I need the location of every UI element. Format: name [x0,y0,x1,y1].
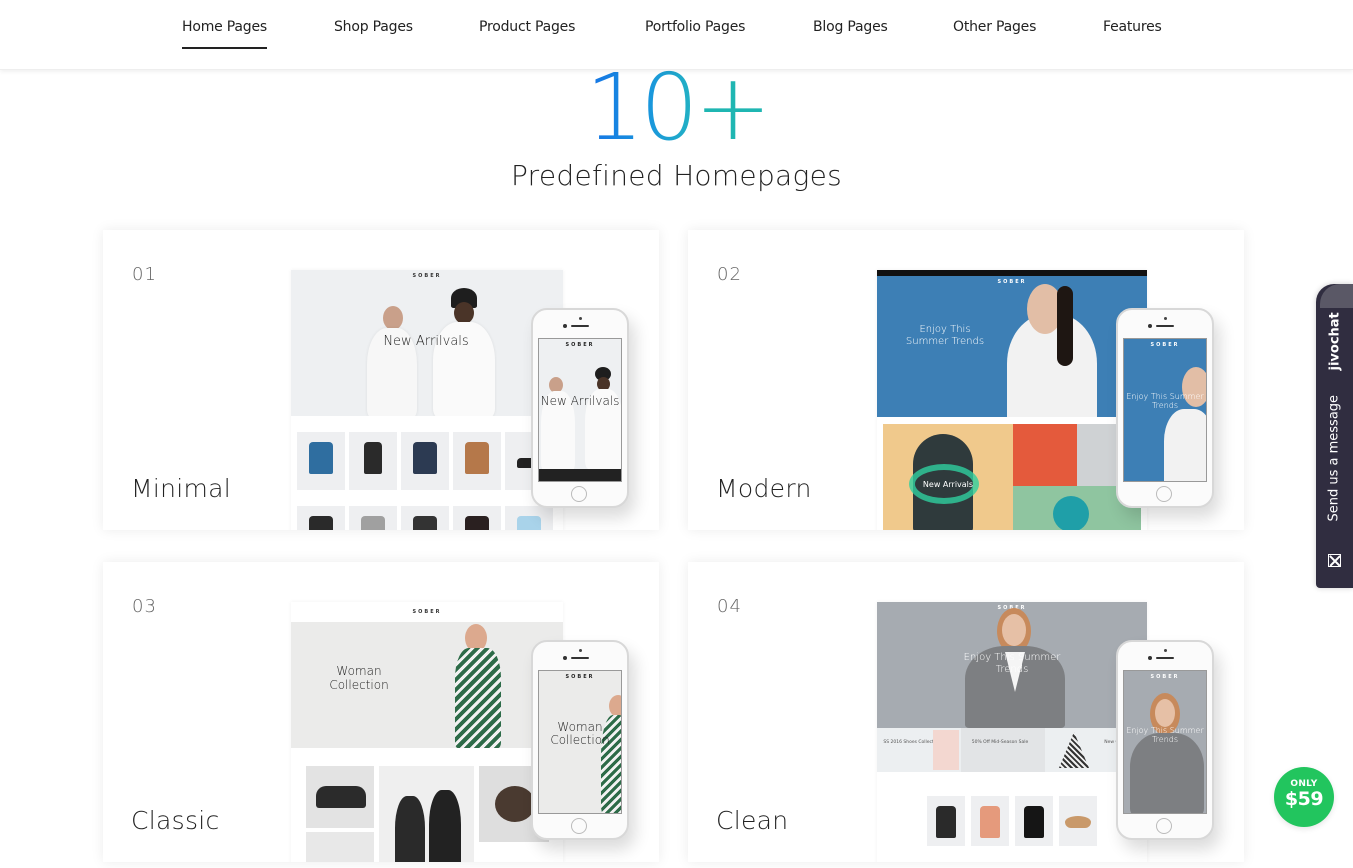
preview-brand: SOBER [412,609,442,615]
preview-brand: SOBER [997,279,1027,285]
phone-brand: SOBER [1150,674,1180,680]
preview-headline: Woman Collection [329,664,389,693]
card-number: 03 [132,596,157,617]
envelope-icon [1328,554,1341,567]
desktop-preview: SOBER Woman Collection [291,602,563,862]
phone-preview: SOBER Enjoy This Summer Trends [1116,308,1214,508]
phone-headline: Enjoy This Summer Trends [1126,726,1204,744]
card-name: Minimal [131,474,232,503]
section-title: Predefined Homepages [510,159,843,192]
price-badge[interactable]: ONLY $59 [1274,767,1334,827]
phone-preview: SOBER New Arrilvals [531,308,629,508]
chat-widget[interactable]: jivochat Send us a message [1316,284,1353,588]
send-message-label: Send us a message [1326,394,1342,522]
nav-blog-pages[interactable]: Blog Pages [813,18,888,36]
desktop-preview: SOBER Enjoy This Summer Trends SS 2016 S… [877,602,1147,862]
homepage-card-modern[interactable]: 02 Modern SOBER Enjoy This Summer Trends… [688,230,1244,530]
count-plus: + [694,54,771,161]
homepage-card-minimal[interactable]: 01 Minimal SOBER New Arrilvals SOBER New… [103,230,659,530]
price-badge-value: $59 [1284,788,1324,810]
desktop-preview: SOBER Enjoy This Summer Trends New Arriv… [877,270,1147,530]
phone-headline: New Arrilvals [540,394,620,408]
nav-portfolio-pages[interactable]: Portfolio Pages [645,18,745,36]
nav-product-pages[interactable]: Product Pages [479,18,575,36]
preview-brand: SOBER [412,273,442,279]
card-name: Classic [131,806,220,835]
homepage-card-clean[interactable]: 04 Clean SOBER Enjoy This Summer Trends … [688,562,1244,862]
card-number: 02 [717,264,742,285]
top-nav: Home Pages Shop Pages Product Pages Port… [0,0,1353,70]
homepage-card-classic[interactable]: 03 Classic SOBER Woman Collection SOBER … [103,562,659,862]
nav-other-pages[interactable]: Other Pages [953,18,1036,36]
chat-brand-label: jivochat [1327,312,1343,371]
phone-brand: SOBER [565,342,595,348]
homepage-count: 10+ [0,58,1353,158]
phone-brand: SOBER [1150,342,1180,348]
preview-hero: Woman Collection [291,622,563,748]
nav-shop-pages[interactable]: Shop Pages [334,18,413,36]
phone-preview: SOBER Woman Collection [531,640,629,840]
nav-features[interactable]: Features [1103,18,1162,36]
preview-headline: Enjoy This Summer Trends [963,652,1061,675]
tile-sale: 50% Off Mid-Season Sale [971,740,1029,745]
card-name: Clean [716,806,789,835]
card-number: 01 [132,264,157,285]
preview-hero: SOBER Enjoy This Summer Trends [877,602,1147,728]
tile-new-arrivals: New Arrivals [922,480,974,489]
card-number: 04 [717,596,742,617]
phone-brand: SOBER [565,674,595,680]
chat-widget-cap [1320,284,1353,308]
preview-hero: SOBER New Arrilvals [291,270,563,416]
nav-home-pages[interactable]: Home Pages [182,18,267,49]
preview-headline: Enjoy This Summer Trends [905,324,985,347]
preview-headline: New Arrilvals [383,334,469,349]
phone-headline: Woman Collection [550,720,610,748]
desktop-preview: SOBER New Arrilvals [291,270,563,530]
phone-headline: Enjoy This Summer Trends [1126,392,1204,410]
preview-hero: SOBER Enjoy This Summer Trends [877,276,1147,417]
count-number: 10 [585,54,698,161]
phone-preview: SOBER Enjoy This Summer Trends [1116,640,1214,840]
card-name: Modern [716,474,812,503]
